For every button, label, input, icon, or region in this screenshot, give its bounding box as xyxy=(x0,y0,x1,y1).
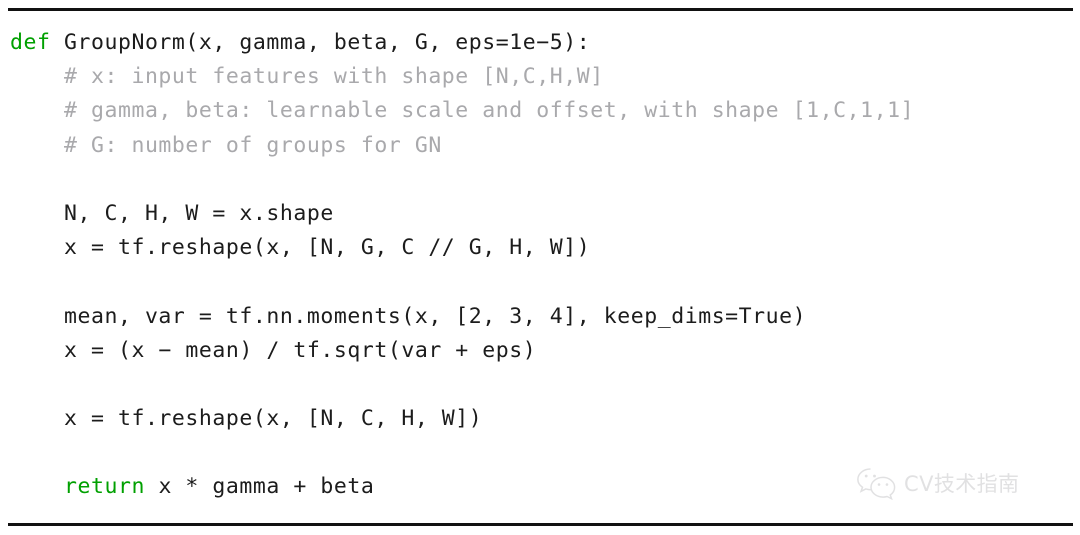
code-token-text: x = (x − mean) / tf.sqrt(var + eps) xyxy=(10,337,537,363)
code-line: # G: number of groups for GN xyxy=(10,129,1070,163)
code-token-blank xyxy=(10,440,24,465)
code-token-keyword: def xyxy=(10,30,51,55)
top-horizontal-rule xyxy=(8,8,1073,11)
code-line: x = tf.reshape(x, [N, G, C // G, H, W]) xyxy=(10,231,1070,265)
code-token-comment: # gamma, beta: learnable scale and offse… xyxy=(10,98,915,124)
code-line: x = (x − mean) / tf.sqrt(var + eps) xyxy=(10,334,1070,368)
watermark: CV技术指南 xyxy=(855,466,1019,500)
code-line: # gamma, beta: learnable scale and offse… xyxy=(10,94,1070,128)
code-line: N, C, H, W = x.shape xyxy=(10,197,1070,231)
code-line: mean, var = tf.nn.moments(x, [2, 3, 4], … xyxy=(10,300,1070,334)
code-token-keyword: return xyxy=(63,474,145,500)
code-token-blank xyxy=(10,167,24,192)
code-figure: def GroupNorm(x, gamma, beta, G, eps=1e−… xyxy=(0,0,1080,535)
code-listing: def GroupNorm(x, gamma, beta, G, eps=1e−… xyxy=(10,26,1070,505)
code-line-blank xyxy=(10,265,1070,299)
code-line-blank xyxy=(10,368,1070,402)
code-line: def GroupNorm(x, gamma, beta, G, eps=1e−… xyxy=(10,26,1070,60)
code-token-blank xyxy=(10,269,24,294)
code-line-blank xyxy=(10,163,1070,197)
bottom-horizontal-rule xyxy=(8,523,1073,526)
code-token-text: mean, var = tf.nn.moments(x, [2, 3, 4], … xyxy=(10,303,807,329)
code-token-text: x * gamma + beta xyxy=(144,474,375,500)
code-line: x = tf.reshape(x, [N, C, H, W]) xyxy=(10,402,1070,436)
code-token-text: GroupNorm(x, gamma, beta, G, eps=1e−5): xyxy=(50,30,591,55)
code-line: # x: input features with shape [N,C,H,W] xyxy=(10,60,1070,94)
code-token-text: x = tf.reshape(x, [N, C, H, W]) xyxy=(10,406,483,432)
code-token-text: N, C, H, W = x.shape xyxy=(10,200,334,226)
watermark-label: CV技术指南 xyxy=(904,472,1020,496)
wechat-icon xyxy=(857,468,896,500)
code-token-blank xyxy=(10,372,24,397)
code-token-comment: # x: input features with shape [N,C,H,W] xyxy=(10,64,604,90)
code-token-text: x = tf.reshape(x, [N, G, C // G, H, W]) xyxy=(10,235,591,261)
code-token-comment: # G: number of groups for GN xyxy=(10,132,442,158)
